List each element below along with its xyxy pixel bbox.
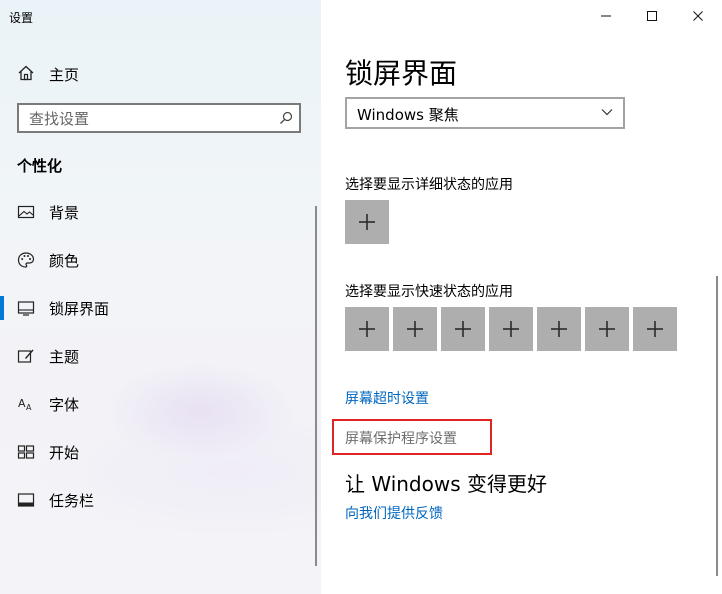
sidebar-item-lock-screen[interactable]: 锁屏界面 bbox=[0, 290, 315, 326]
palette-icon bbox=[17, 252, 35, 268]
background-select[interactable]: Windows 聚焦 bbox=[345, 97, 625, 129]
home-icon bbox=[18, 65, 34, 81]
sidebar-item-label: 背景 bbox=[49, 204, 80, 222]
sidebar-item-start[interactable]: 开始 bbox=[0, 434, 315, 470]
close-icon bbox=[693, 11, 703, 21]
improve-windows-heading: 让 Windows 变得更好 bbox=[345, 472, 547, 496]
plus-icon bbox=[455, 321, 471, 337]
main-content: 锁屏界面 Windows 聚焦 选择要显示详细状态的应用 选择要显示快速状态的应… bbox=[321, 0, 722, 594]
plus-icon bbox=[359, 214, 375, 230]
chevron-down-icon bbox=[601, 109, 613, 116]
close-button[interactable] bbox=[675, 0, 721, 32]
plus-icon bbox=[407, 321, 423, 337]
content-scrollbar[interactable] bbox=[716, 276, 718, 576]
plus-icon bbox=[551, 321, 567, 337]
background-select-value: Windows 聚焦 bbox=[357, 106, 459, 124]
sidebar-item-home[interactable]: 主页 bbox=[0, 58, 315, 88]
search-input[interactable] bbox=[27, 108, 281, 130]
plus-icon bbox=[359, 321, 375, 337]
lock-screen-icon bbox=[17, 301, 35, 316]
minimize-button[interactable] bbox=[583, 0, 629, 32]
detailed-status-label: 选择要显示详细状态的应用 bbox=[345, 177, 513, 193]
sidebar: 设置 主页 个性化 背景 颜色 bbox=[0, 0, 321, 594]
sidebar-item-label: 任务栏 bbox=[49, 492, 95, 510]
sidebar-item-label: 颜色 bbox=[49, 252, 80, 270]
quick-status-add-button[interactable] bbox=[537, 307, 581, 351]
screensaver-link[interactable]: 屏幕保护程序设置 bbox=[345, 428, 457, 448]
quick-status-add-button[interactable] bbox=[633, 307, 677, 351]
svg-text:A: A bbox=[26, 403, 32, 412]
sidebar-item-label: 主题 bbox=[49, 348, 80, 366]
sidebar-item-themes[interactable]: 主题 bbox=[0, 338, 315, 374]
theme-brush-icon bbox=[17, 349, 34, 363]
page-title: 锁屏界面 bbox=[345, 57, 458, 90]
plus-icon bbox=[599, 321, 615, 337]
section-title: 个性化 bbox=[17, 157, 63, 175]
app-title: 设置 bbox=[9, 11, 34, 25]
maximize-icon bbox=[647, 11, 657, 21]
plus-icon bbox=[503, 321, 519, 337]
plus-icon bbox=[647, 321, 663, 337]
selection-indicator bbox=[0, 296, 4, 320]
sidebar-item-label: 锁屏界面 bbox=[49, 300, 110, 318]
sidebar-item-fonts[interactable]: A A 字体 bbox=[0, 386, 315, 422]
svg-text:A: A bbox=[18, 397, 26, 410]
sidebar-item-label: 主页 bbox=[49, 66, 80, 84]
quick-status-add-button[interactable] bbox=[345, 307, 389, 351]
start-grid-icon bbox=[17, 445, 35, 459]
sidebar-item-taskbar[interactable]: 任务栏 bbox=[0, 482, 315, 518]
sidebar-item-background[interactable]: 背景 bbox=[0, 194, 315, 230]
taskbar-icon bbox=[17, 493, 35, 507]
sidebar-scrollbar[interactable] bbox=[315, 206, 317, 566]
quick-status-add-button[interactable] bbox=[489, 307, 533, 351]
maximize-button[interactable] bbox=[629, 0, 675, 32]
sidebar-item-label: 开始 bbox=[49, 444, 80, 462]
quick-status-add-button[interactable] bbox=[393, 307, 437, 351]
screen-timeout-link[interactable]: 屏幕超时设置 bbox=[345, 388, 429, 408]
quick-status-label: 选择要显示快速状态的应用 bbox=[345, 284, 513, 300]
sidebar-item-colors[interactable]: 颜色 bbox=[0, 242, 315, 278]
minimize-icon bbox=[601, 15, 611, 17]
detailed-status-add-button[interactable] bbox=[345, 200, 389, 244]
picture-icon bbox=[17, 205, 35, 219]
search-icon[interactable] bbox=[279, 111, 293, 125]
quick-status-add-button[interactable] bbox=[441, 307, 485, 351]
quick-status-add-button[interactable] bbox=[585, 307, 629, 351]
sidebar-item-label: 字体 bbox=[49, 396, 80, 414]
feedback-link[interactable]: 向我们提供反馈 bbox=[345, 503, 443, 523]
font-icon: A A bbox=[18, 397, 32, 412]
search-box[interactable] bbox=[17, 103, 301, 133]
